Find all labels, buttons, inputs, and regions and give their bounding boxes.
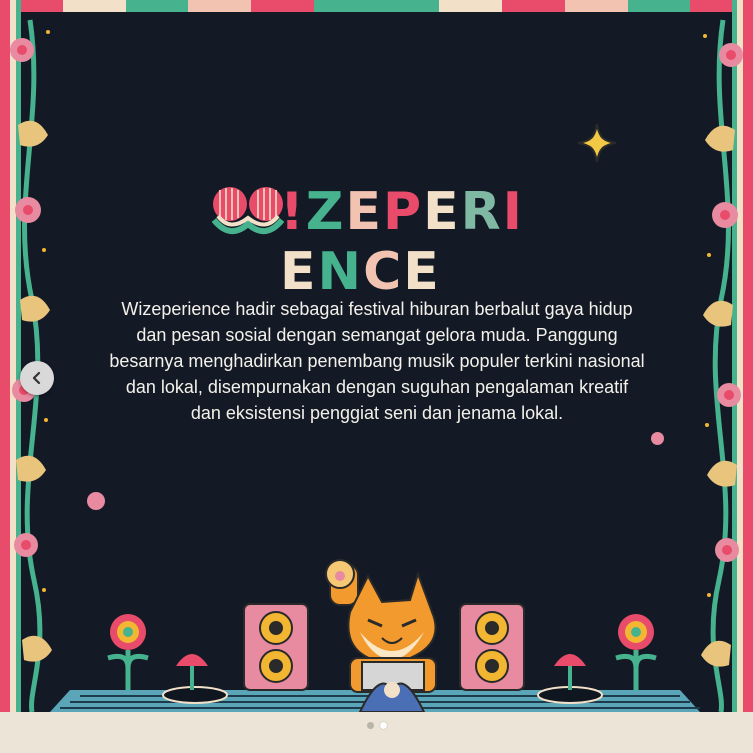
logo-letter: N: [317, 242, 364, 302]
carousel-pagination: [0, 722, 753, 729]
logo-letter: Z: [305, 182, 346, 242]
logo-letter: !: [280, 182, 306, 242]
decor-dot-pink-right: [651, 432, 664, 445]
flower-right-small: [554, 654, 586, 690]
logo-letter: C: [363, 242, 404, 302]
speaker-right: [459, 603, 525, 691]
description-line: besarnya menghadirkan penembang musik po…: [109, 351, 645, 371]
logo-letter: P: [382, 182, 424, 242]
flower-left: [107, 614, 149, 690]
post-frame: !ZEPERIENCE Wizeperience hadir sebagai f…: [0, 0, 753, 753]
top-color-stripe: [0, 0, 753, 12]
wizeperience-logo: !ZEPERIENCE: [210, 178, 550, 302]
flower-right: [615, 614, 657, 690]
flower-left-small: [176, 654, 208, 690]
description-line: Wizeperience hadir sebagai festival hibu…: [121, 299, 633, 319]
tiger-character: [325, 559, 437, 693]
carousel-footer: [0, 712, 753, 753]
sparkle-star-icon: [577, 123, 617, 163]
carousel-dot-1[interactable]: [366, 722, 374, 729]
logo-letter: E: [403, 242, 441, 302]
logo-letter: E: [345, 182, 383, 242]
speaker-left: [243, 603, 309, 691]
festival-slide: !ZEPERIENCE Wizeperience hadir sebagai f…: [0, 0, 753, 712]
description-line: dan eksistensi penggiat seni dan jenama …: [190, 403, 564, 423]
dj-tiger-illustration: [50, 559, 700, 712]
description-line: dan pesan sosial dengan semangat gelora …: [136, 325, 618, 345]
chevron-left-icon: [32, 371, 41, 385]
festival-description: Wizeperience hadir sebagai festival hibu…: [86, 296, 668, 426]
logo-letter: E: [423, 182, 461, 242]
logo-letter: E: [280, 242, 318, 302]
logo-wordmark: !ZEPERIENCE: [280, 182, 550, 302]
description-line: dan lokal, disempurnakan dengan suguhan …: [125, 377, 629, 397]
logo-w-mark-icon: [211, 187, 285, 234]
logo-letter: I: [502, 182, 525, 242]
decor-dot-pink-left: [87, 492, 105, 510]
carousel-dot-2[interactable]: [379, 722, 387, 729]
carousel-prev-button[interactable]: [20, 361, 54, 395]
logo-letter: R: [460, 182, 503, 242]
